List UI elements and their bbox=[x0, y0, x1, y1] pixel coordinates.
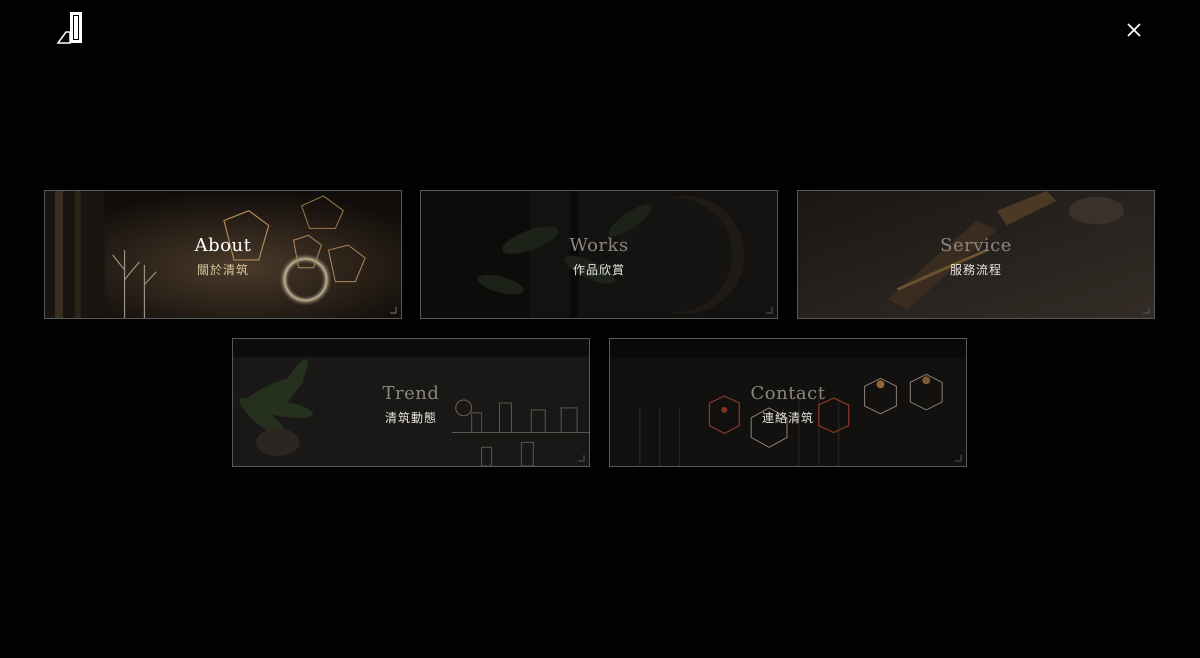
menu-card-title: Works bbox=[569, 235, 629, 256]
menu-card-subtitle: 連絡清筑 bbox=[761, 411, 814, 425]
menu-card-trend[interactable]: Trend 清筑動態 bbox=[232, 338, 590, 467]
menu-card-about[interactable]: About 關於清筑 bbox=[44, 190, 402, 319]
corner-arrow-icon bbox=[955, 455, 962, 462]
close-icon bbox=[1127, 23, 1141, 37]
site-logo[interactable] bbox=[56, 10, 88, 46]
trend-caption: Trend 清筑動態 bbox=[233, 383, 589, 426]
menu-card-title: About bbox=[194, 235, 252, 256]
menu-card-title: Trend bbox=[382, 383, 440, 404]
menu-card-title: Contact bbox=[750, 383, 826, 404]
corner-arrow-icon bbox=[578, 455, 585, 462]
works-caption: Works 作品欣賞 bbox=[421, 235, 777, 278]
menu-card-subtitle: 作品欣賞 bbox=[572, 263, 625, 277]
door-logo-icon bbox=[56, 12, 82, 44]
menu-card-contact[interactable]: Contact 連絡清筑 bbox=[609, 338, 967, 467]
menu-card-service[interactable]: Service 服務流程 bbox=[797, 190, 1155, 319]
menu-card-title: Service bbox=[940, 235, 1012, 256]
contact-caption: Contact 連絡清筑 bbox=[610, 383, 966, 426]
service-caption: Service 服務流程 bbox=[798, 235, 1154, 278]
menu-card-subtitle: 關於清筑 bbox=[196, 263, 249, 277]
corner-arrow-icon bbox=[766, 307, 773, 314]
menu-overlay: About 關於清筑 Works 作品欣賞 Service 服務流程 Trend… bbox=[0, 0, 1200, 658]
menu-card-subtitle: 服務流程 bbox=[949, 263, 1002, 277]
corner-arrow-icon bbox=[390, 307, 397, 314]
menu-card-works[interactable]: Works 作品欣賞 bbox=[420, 190, 778, 319]
menu-card-subtitle: 清筑動態 bbox=[384, 411, 437, 425]
about-caption: About 關於清筑 bbox=[45, 235, 401, 278]
corner-arrow-icon bbox=[1143, 307, 1150, 314]
close-menu-button[interactable] bbox=[1122, 18, 1146, 42]
